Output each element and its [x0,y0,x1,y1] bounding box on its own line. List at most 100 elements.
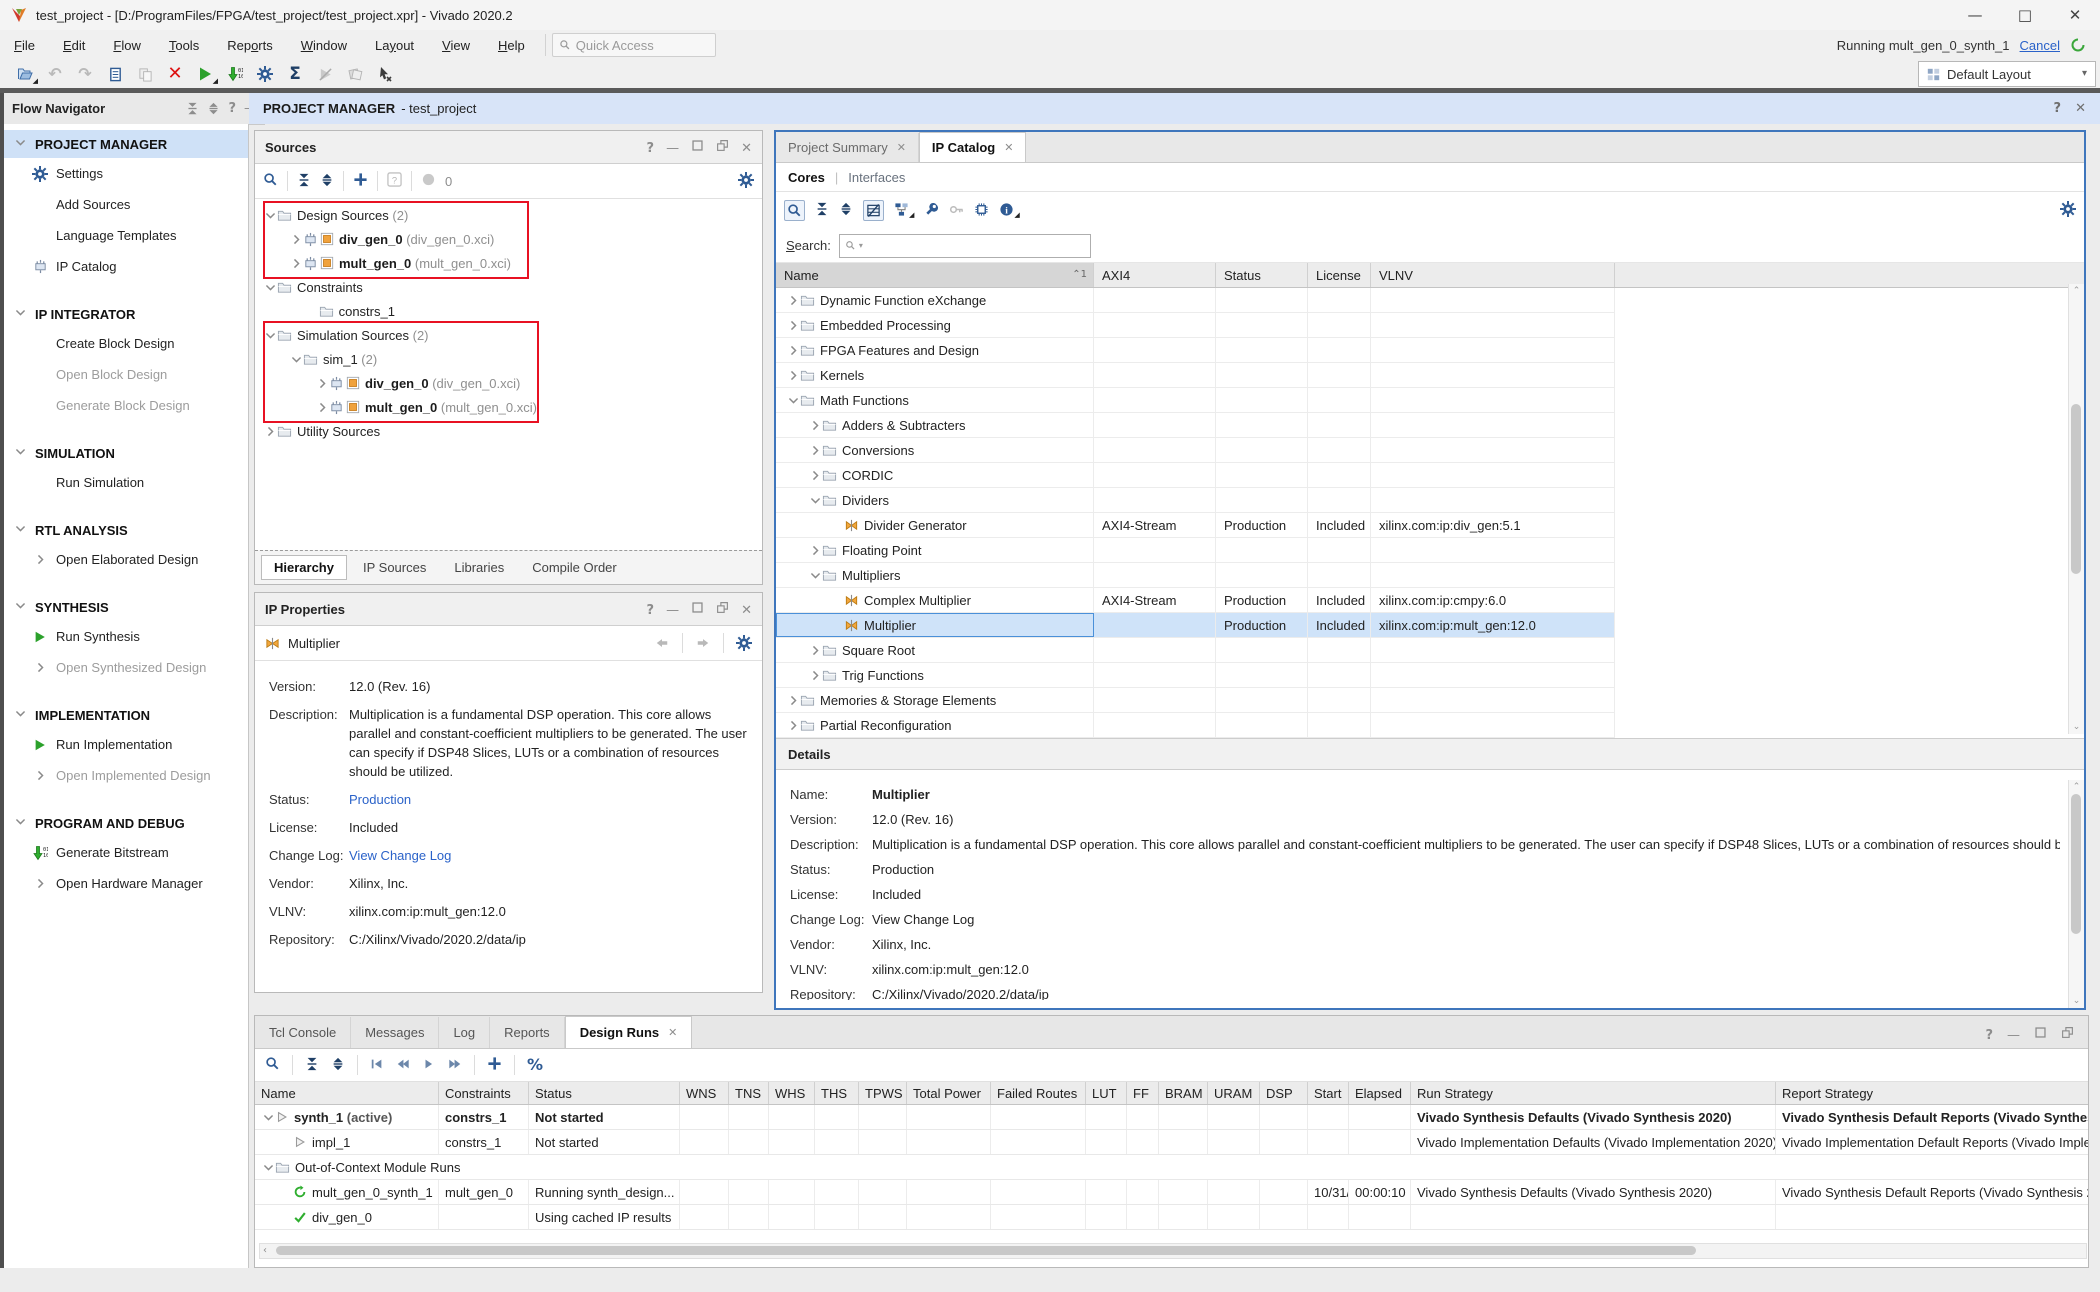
column-header-report-strategy[interactable]: Report Strategy [1776,1082,2088,1104]
catalog-row-memories-storage-elements[interactable]: Memories & Storage Elements [776,688,1615,713]
chevron-right-icon[interactable] [786,369,800,382]
scroll-up-icon[interactable]: ⌃ [2069,780,2084,794]
chevron-down-icon[interactable] [263,329,277,342]
tree-item-constraints[interactable]: Constraints [255,275,762,299]
scrollbar-thumb[interactable] [2071,794,2081,934]
search-button[interactable] [265,1056,280,1074]
max-panel-button[interactable] [2034,1026,2047,1042]
chevron-down-icon[interactable] [261,1111,275,1124]
tree-item-utility-sources[interactable]: Utility Sources [255,419,762,443]
column-header-bram[interactable]: BRAM [1159,1082,1208,1104]
sidebar-item-run-simulation[interactable]: Run Simulation [4,467,248,498]
prev2-button[interactable] [396,1057,410,1074]
first-button[interactable] [370,1057,384,1074]
flow-section-header[interactable]: SYNTHESIS [4,593,248,621]
wrench-button[interactable] [924,202,939,220]
gear-button[interactable] [250,61,280,87]
tree-item-design-sources[interactable]: Design Sources (2) [255,203,762,227]
column-header-constraints[interactable]: Constraints [439,1082,529,1104]
cancel-link[interactable]: Cancel [2020,38,2060,53]
tree-item-sim-1[interactable]: sim_1 (2) [255,347,762,371]
maximize-button[interactable]: □ [2000,0,2050,30]
menu-edit[interactable]: Edit [49,38,99,53]
column-header-wns[interactable]: WNS [680,1082,729,1104]
tree-item-mult-gen-0[interactable]: mult_gen_0 (mult_gen_0.xci) [255,395,762,419]
flow-section-header[interactable]: PROJECT MANAGER [4,130,248,158]
flow-section-header[interactable]: IMPLEMENTATION [4,701,248,729]
column-header-dsp[interactable]: DSP [1260,1082,1308,1104]
sidebar-item-ip-catalog[interactable]: IP Catalog [4,251,248,282]
scrollbar-thumb[interactable] [2071,404,2081,574]
menu-view[interactable]: View [428,38,484,53]
collapse-button[interactable] [815,202,829,219]
catalog-search-input[interactable]: ▾ [839,234,1091,258]
horizontal-scrollbar[interactable]: ‹ [259,1243,2087,1259]
chevron-right-icon[interactable] [808,644,822,657]
tab-compile-order[interactable]: Compile Order [520,556,629,579]
catalog-scrollbar[interactable]: ⌃ ⌄ [2068,284,2084,734]
catalog-row-floating-point[interactable]: Floating Point [776,538,1615,563]
help-panel-button[interactable]: ? [647,602,655,617]
catalog-row-dynamic-function-exchange[interactable]: Dynamic Function eXchange [776,288,1615,313]
sidebar-item-open-block-design[interactable]: Open Block Design [4,359,248,390]
expand-button[interactable] [839,202,853,219]
column-header-failed-routes[interactable]: Failed Routes [991,1082,1086,1104]
catalog-row-fpga-features-and-design[interactable]: FPGA Features and Design [776,338,1615,363]
tree-item-div-gen-0[interactable]: div_gen_0 (div_gen_0.xci) [255,227,762,251]
column-header-name[interactable]: Name⌃1 [776,263,1094,287]
chevron-down-icon[interactable] [263,281,277,294]
flow-section-header[interactable]: PROGRAM AND DEBUG [4,809,248,837]
sidebar-item-create-block-design[interactable]: Create Block Design [4,328,248,359]
run-row-impl-1[interactable]: impl_1constrs_1Not startedVivado Impleme… [255,1130,2088,1155]
tab-hierarchy[interactable]: Hierarchy [261,555,347,580]
hierarchy-button[interactable]: ◢ [894,202,914,220]
max-panel-button[interactable] [691,601,704,617]
close-button[interactable]: ✕ [2050,0,2100,30]
chevron-right-icon[interactable] [808,444,822,457]
column-header-status[interactable]: Status [1216,263,1308,287]
help-panel-button[interactable]: ? [1985,1027,1993,1042]
flow-section-header[interactable]: RTL ANALYSIS [4,516,248,544]
chevron-right-icon[interactable] [786,719,800,732]
chevron-right-icon[interactable] [786,294,800,307]
max-panel-button[interactable] [691,139,704,155]
chevron-right-icon[interactable] [315,401,329,414]
chevron-right-icon[interactable] [808,669,822,682]
run-disabled-button[interactable] [310,61,340,87]
catalog-row-multipliers[interactable]: Multipliers [776,563,1615,588]
sidebar-item-open-elaborated-design[interactable]: Open Elaborated Design [4,544,248,575]
sidebar-item-run-implementation[interactable]: Run Implementation [4,729,248,760]
column-header-license[interactable]: License [1308,263,1371,287]
catalog-row-kernels[interactable]: Kernels [776,363,1615,388]
float-panel-button[interactable] [2061,1026,2074,1042]
chevron-down-icon[interactable] [808,494,822,507]
chevron-down-icon[interactable] [263,209,277,222]
help-icon[interactable]: ? [2054,102,2062,115]
catalog-row-divider-generator[interactable]: Divider GeneratorAXI4-StreamProductionIn… [776,513,1615,538]
key-button[interactable] [949,202,964,220]
run-row-mult-gen-0-synth-1[interactable]: mult_gen_0_synth_1mult_gen_0Running synt… [255,1180,2088,1205]
details-scrollbar[interactable]: ⌃ ⌄ [2068,780,2084,1008]
column-header-ff[interactable]: FF [1127,1082,1159,1104]
column-header-vlnv[interactable]: VLNV [1371,263,1615,287]
run-row-out-of-context-module-runs[interactable]: Out-of-Context Module Runs [255,1155,2088,1180]
menu-tools[interactable]: Tools [155,38,213,53]
percent-button[interactable]: % [527,1057,543,1073]
column-header-start[interactable]: Start [1308,1082,1349,1104]
min-panel-button[interactable]: — [666,140,679,155]
chevron-right-icon[interactable] [315,377,329,390]
minimize-button[interactable]: — [1950,0,2000,30]
catalog-row-dividers[interactable]: Dividers [776,488,1615,513]
catalog-row-complex-multiplier[interactable]: Complex MultiplierAXI4-StreamProductionI… [776,588,1615,613]
next2-button[interactable] [448,1057,462,1074]
ip-properties-titlebar[interactable]: IP Properties ?—✕ [255,593,762,626]
gray-dot-button[interactable] [421,172,436,190]
sidebar-item-generate-block-design[interactable]: Generate Block Design [4,390,248,421]
copy-button[interactable] [130,61,160,87]
catalog-row-multiplier[interactable]: MultiplierProductionIncludedxilinx.com:i… [776,613,1615,638]
tab-tcl-console[interactable]: Tcl Console [255,1017,351,1048]
tree-item-div-gen-0[interactable]: div_gen_0 (div_gen_0.xci) [255,371,762,395]
flow-section-header[interactable]: IP INTEGRATOR [4,300,248,328]
catalog-row-partial-reconfiguration[interactable]: Partial Reconfiguration [776,713,1615,738]
tab-log[interactable]: Log [439,1017,490,1048]
